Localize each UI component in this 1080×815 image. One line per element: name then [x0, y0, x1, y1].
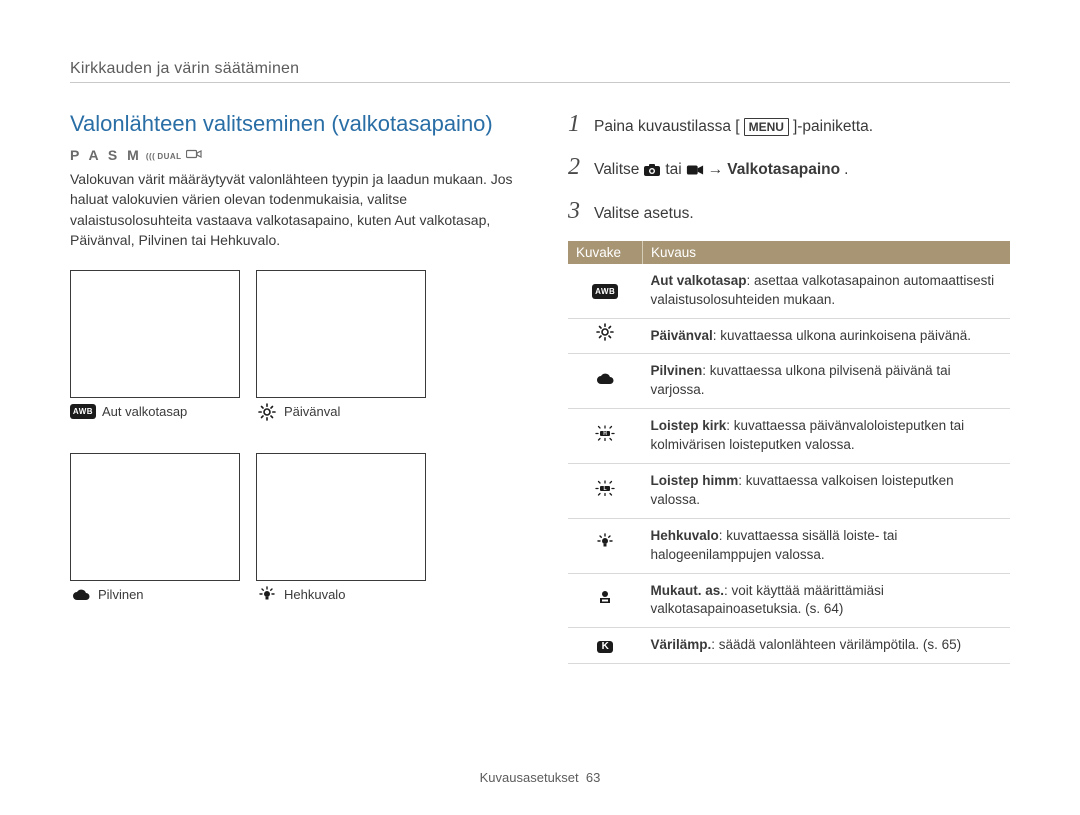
step-number: 2 [568, 154, 584, 181]
step-2: 2 Valitse tai [568, 154, 1010, 181]
table-row: K Värilämp.: säädä valonlähteen värilämp… [568, 628, 1010, 664]
step-3: 3 Valitse asetus. [568, 198, 1010, 225]
row-title: Värilämp. [651, 637, 712, 652]
thumb-image-placeholder [256, 453, 426, 581]
camera-icon [643, 162, 661, 178]
section-title: Valonlähteen valitseminen (valkotasapain… [70, 111, 522, 137]
step-text-part: tai [665, 158, 681, 181]
thumb-label-text: Pilvinen [98, 587, 144, 602]
row-title: Mukaut. as. [651, 583, 725, 598]
table-head-icon: Kuvake [568, 241, 643, 264]
svg-text:L: L [604, 486, 607, 492]
breadcrumb: Kirkkauden ja värin säätäminen [70, 60, 1010, 78]
custom-wb-icon [594, 590, 616, 605]
row-title: Hehkuvalo [651, 528, 719, 543]
step-text-part: Valitse asetus. [594, 202, 694, 225]
divider [70, 82, 1010, 83]
row-desc: : kuvattaessa ulkona aurinkoisena päivän… [713, 328, 971, 343]
table-row: Päivänval: kuvattaessa ulkona aurinkoise… [568, 318, 1010, 354]
step-1: 1 Paina kuvaustilassa [MENU]-painiketta. [568, 111, 1010, 138]
thumb-label-text: Aut valkotasap [102, 404, 187, 419]
white-balance-table: Kuvake Kuvaus AWB Aut valkotasap: asetta… [568, 241, 1010, 664]
thumb-cloudy: Pilvinen [70, 453, 240, 602]
table-row: L Loistep himm: kuvat [568, 463, 1010, 518]
cloud-icon [594, 371, 616, 386]
fluorescent-low-icon: L [594, 480, 616, 495]
row-title: Loistep himm [651, 473, 739, 488]
step-text-part: ]-painiketta. [793, 115, 873, 138]
cloud-icon [70, 587, 92, 602]
movie-mode-icon [186, 147, 202, 163]
table-row: Mukaut. as.: voit käyttää määrittämiäsi … [568, 573, 1010, 628]
thumb-tungsten: Hehkuvalo [256, 453, 426, 602]
step-text-part: Valitse [594, 158, 639, 181]
awb-icon: AWB [592, 284, 618, 299]
table-head-desc: Kuvaus [643, 241, 1011, 264]
thumb-awb: AWB Aut valkotasap [70, 270, 240, 419]
footer-section: Kuvausasetukset [480, 770, 579, 785]
step-number: 1 [568, 111, 584, 138]
table-row: Pilvinen: kuvattaessa ulkona pilvisenä p… [568, 354, 1010, 409]
step-text-part: Paina kuvaustilassa [ [594, 115, 740, 138]
page-footer: Kuvausasetukset 63 [0, 770, 1080, 785]
thumb-label-text: Hehkuvalo [284, 587, 345, 602]
intro-paragraph: Valokuvan värit määräytyvät valonlähteen… [70, 169, 522, 250]
table-row: H Loistep kirk: kuvat [568, 409, 1010, 464]
table-row: AWB Aut valkotasap: asettaa valkotasapai… [568, 264, 1010, 318]
thumb-image-placeholder [70, 270, 240, 398]
svg-text:H: H [603, 431, 607, 437]
row-title: Aut valkotasap [651, 273, 747, 288]
step-text-bold: Valkotasapaino [727, 158, 840, 181]
sun-icon [594, 325, 616, 340]
row-title: Pilvinen [651, 363, 703, 378]
dual-mode-icon: DUAL [146, 152, 182, 161]
step-number: 3 [568, 198, 584, 225]
row-title: Päivänval [651, 328, 713, 343]
table-row: Hehkuvalo: kuvattaessa sisällä loiste- t… [568, 518, 1010, 573]
thumb-daylight: Päivänval [256, 270, 426, 419]
thumb-image-placeholder [256, 270, 426, 398]
bulb-icon [594, 534, 616, 549]
kelvin-icon: K [597, 641, 613, 653]
fluorescent-high-icon: H [594, 425, 616, 440]
awb-icon: AWB [70, 404, 96, 419]
step-text-part: → [708, 158, 724, 181]
mode-indicators: P A S M DUAL [70, 147, 522, 163]
video-icon [686, 162, 704, 178]
menu-button-label: MENU [744, 118, 789, 136]
thumb-label-text: Päivänval [284, 404, 340, 419]
bulb-icon [256, 587, 278, 602]
step-text-part: . [844, 158, 848, 181]
sun-icon [256, 404, 278, 419]
row-desc: : säädä valonlähteen värilämpötila. (s. … [711, 637, 961, 652]
footer-page-number: 63 [586, 770, 600, 785]
row-title: Loistep kirk [651, 418, 727, 433]
thumb-image-placeholder [70, 453, 240, 581]
mode-letters: P A S M [70, 147, 142, 163]
